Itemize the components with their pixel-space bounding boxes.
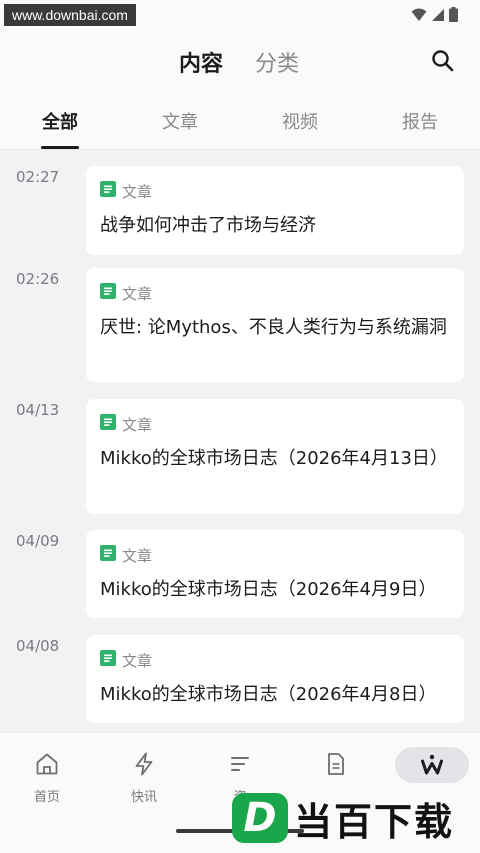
article-icon xyxy=(100,414,116,434)
nav-flash-news[interactable]: 快讯 xyxy=(104,751,184,805)
tab-content[interactable]: 内容 xyxy=(179,46,223,78)
feed-time: 04/13 xyxy=(16,401,60,419)
app-screen: www.downbai.com 内容 分类 全部 文章 视频 报告 02:27 … xyxy=(0,0,480,853)
article-card[interactable]: 文章 Mikko的全球市场日志（2026年4月8日） xyxy=(86,635,464,723)
feed-time: 04/08 xyxy=(16,637,60,655)
subtab-reports[interactable]: 报告 xyxy=(402,108,438,134)
search-icon[interactable] xyxy=(430,48,456,74)
article-card[interactable]: 文章 厌世: 论Mythos、不良人类行为与系统漏洞 xyxy=(86,268,464,382)
article-icon xyxy=(100,181,116,201)
article-icon xyxy=(100,650,116,670)
home-icon xyxy=(7,751,87,777)
article-title: 战争如何冲击了市场与经济 xyxy=(100,215,316,236)
type-tag: 文章 xyxy=(100,545,450,565)
article-icon xyxy=(100,545,116,565)
article-title: 厌世: 论Mythos、不良人类行为与系统漏洞 xyxy=(100,317,447,338)
nav-documents[interactable] xyxy=(296,751,376,786)
nav-label: 快讯 xyxy=(130,790,157,805)
filter-tabs: 全部 文章 视频 报告 xyxy=(0,92,480,150)
type-tag: 文章 xyxy=(100,650,450,670)
feed-time: 02:27 xyxy=(16,168,60,186)
lightning-icon xyxy=(104,751,184,777)
subtab-videos[interactable]: 视频 xyxy=(282,108,318,134)
battery-icon xyxy=(449,7,458,22)
document-icon xyxy=(296,751,376,777)
active-nav-pill xyxy=(395,747,469,783)
downbai-logo-watermark: D 当百下载 xyxy=(232,790,454,846)
type-label: 文章 xyxy=(122,284,153,303)
article-title: Mikko的全球市场日志（2026年4月9日） xyxy=(100,579,437,600)
article-card[interactable]: 文章 Mikko的全球市场日志（2026年4月13日） xyxy=(86,399,464,514)
article-title: Mikko的全球市场日志（2026年4月13日） xyxy=(100,448,448,469)
brand-w-icon xyxy=(419,752,445,778)
type-label: 文章 xyxy=(122,651,153,670)
subtab-all[interactable]: 全部 xyxy=(42,108,78,134)
top-header: 内容 分类 xyxy=(0,30,480,92)
article-card[interactable]: 文章 战争如何冲击了市场与经济 xyxy=(86,166,464,255)
signal-icon xyxy=(431,8,445,22)
subtab-articles[interactable]: 文章 xyxy=(162,108,198,134)
type-tag: 文章 xyxy=(100,283,450,303)
status-icons xyxy=(411,7,458,22)
type-label: 文章 xyxy=(122,182,153,201)
type-tag: 文章 xyxy=(100,414,450,434)
tab-category[interactable]: 分类 xyxy=(255,46,299,78)
logo-text: 当百下载 xyxy=(294,799,455,844)
article-icon xyxy=(100,283,116,303)
article-title: Mikko的全球市场日志（2026年4月8日） xyxy=(100,684,437,705)
type-label: 文章 xyxy=(122,415,153,434)
type-tag: 文章 xyxy=(100,181,450,201)
active-tab-indicator xyxy=(41,146,79,149)
nav-brand[interactable] xyxy=(392,747,472,788)
status-bar: www.downbai.com xyxy=(0,0,480,30)
wifi-icon xyxy=(411,8,427,22)
nav-home[interactable]: 首页 xyxy=(7,751,87,805)
site-watermark: www.downbai.com xyxy=(4,4,136,26)
feed-time: 02:26 xyxy=(16,270,60,288)
article-card[interactable]: 文章 Mikko的全球市场日志（2026年4月9日） xyxy=(86,530,464,618)
feed-time: 04/09 xyxy=(16,532,60,550)
nav-label: 首页 xyxy=(33,790,60,805)
logo-badge: D xyxy=(232,793,288,843)
list-icon xyxy=(200,751,280,777)
type-label: 文章 xyxy=(122,546,153,565)
content-feed[interactable]: 02:27 文章 战争如何冲击了市场与经济 02:26 文章 厌世: 论Myth… xyxy=(0,150,480,732)
